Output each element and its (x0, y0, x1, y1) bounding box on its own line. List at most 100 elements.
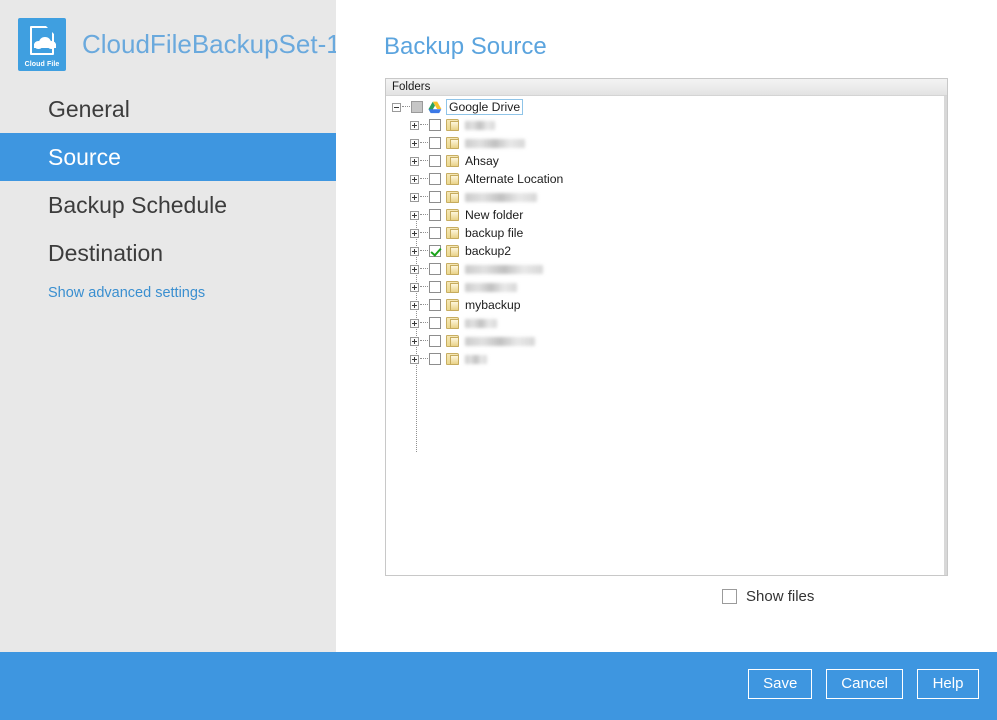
folder-checkbox[interactable] (429, 353, 441, 365)
folder-checkbox[interactable] (429, 335, 441, 347)
folder-checkbox[interactable] (429, 227, 441, 239)
brand: Cloud File CloudFileBackupSet-1 (18, 17, 341, 71)
sidebar-item-source[interactable]: Source (0, 133, 336, 181)
folder-tree-header: Folders (386, 79, 947, 96)
folder-checkbox[interactable] (429, 281, 441, 293)
expand-icon[interactable] (410, 283, 419, 292)
help-button[interactable]: Help (917, 669, 979, 699)
save-button[interactable]: Save (748, 669, 812, 699)
folder-checkbox[interactable] (429, 137, 441, 149)
folder-checkbox[interactable] (429, 173, 441, 185)
tree-connector (420, 178, 428, 180)
folder-checkbox[interactable] (429, 155, 441, 167)
expand-icon[interactable] (410, 337, 419, 346)
cloud-file-icon-caption: Cloud File (18, 60, 66, 69)
tree-node-label[interactable]: Google Drive (446, 99, 523, 115)
folder-icon (446, 245, 459, 257)
collapse-icon[interactable] (392, 103, 401, 112)
tree-node-label-redacted[interactable] (465, 319, 497, 328)
tree-node-label-redacted[interactable] (465, 193, 537, 202)
tree-row[interactable] (386, 188, 947, 206)
tree-row[interactable] (386, 332, 947, 350)
folder-checkbox[interactable] (411, 101, 423, 113)
tree-connector (420, 250, 428, 252)
tree-node-label-redacted[interactable] (465, 337, 535, 346)
tree-node-label-redacted[interactable] (465, 265, 543, 274)
folder-checkbox[interactable] (429, 119, 441, 131)
tree-row[interactable] (386, 314, 947, 332)
folder-checkbox[interactable] (429, 209, 441, 221)
folder-icon (446, 317, 459, 329)
expand-icon[interactable] (410, 193, 419, 202)
cancel-button[interactable]: Cancel (826, 669, 903, 699)
show-files-checkbox-box[interactable] (722, 589, 737, 604)
tree-node-label[interactable]: New folder (465, 208, 523, 222)
folder-tree-body[interactable]: Google Drive Ahsay Alternate Location New f… (386, 96, 947, 368)
expand-icon[interactable] (410, 229, 419, 238)
expand-icon[interactable] (410, 211, 419, 220)
tree-node-label-redacted[interactable] (465, 283, 517, 292)
folder-icon (446, 335, 459, 347)
folder-checkbox[interactable] (429, 263, 441, 275)
tree-row-root[interactable]: Google Drive (386, 98, 947, 116)
tree-connector (402, 106, 410, 108)
tree-row[interactable] (386, 116, 947, 134)
tree-node-label[interactable]: mybackup (465, 298, 521, 312)
show-advanced-settings-link[interactable]: Show advanced settings (0, 285, 336, 301)
footer-button-group: Save Cancel Help (748, 669, 979, 699)
folder-icon (446, 173, 459, 185)
tree-node-label[interactable]: backup file (465, 226, 523, 240)
tree-node-label[interactable]: backup2 (465, 244, 511, 258)
folder-icon (446, 191, 459, 203)
expand-icon[interactable] (410, 265, 419, 274)
sidebar-item-general[interactable]: General (0, 85, 336, 133)
folder-checkbox[interactable] (429, 191, 441, 203)
tree-node-label-redacted[interactable] (465, 355, 487, 364)
tree-connector (420, 160, 428, 162)
tree-row[interactable] (386, 350, 947, 368)
expand-icon[interactable] (410, 121, 419, 130)
tree-row[interactable]: Alternate Location (386, 170, 947, 188)
folder-icon (446, 263, 459, 275)
page-title: CloudFileBackupSet-1 (82, 29, 341, 60)
expand-icon[interactable] (410, 175, 419, 184)
expand-icon[interactable] (410, 157, 419, 166)
tree-row[interactable]: backup file (386, 224, 947, 242)
expand-icon[interactable] (410, 301, 419, 310)
show-files-checkbox[interactable]: Show files (722, 588, 814, 605)
dialog-footer: Save Cancel Help (0, 652, 997, 720)
folder-checkbox[interactable] (429, 317, 441, 329)
tree-node-label-redacted[interactable] (465, 121, 495, 130)
folder-icon (446, 137, 459, 149)
tree-connector (420, 196, 428, 198)
tree-connector (420, 232, 428, 234)
tree-connector (420, 268, 428, 270)
folder-icon (446, 353, 459, 365)
sidebar-item-destination[interactable]: Destination (0, 229, 336, 277)
folder-checkbox[interactable] (429, 299, 441, 311)
expand-icon[interactable] (410, 139, 419, 148)
folder-icon (446, 299, 459, 311)
tree-row[interactable]: Ahsay (386, 152, 947, 170)
tree-row[interactable] (386, 260, 947, 278)
tree-row[interactable] (386, 134, 947, 152)
tree-node-label-redacted[interactable] (465, 139, 525, 148)
folder-checkbox[interactable] (429, 245, 441, 257)
cloud-file-icon: Cloud File (18, 18, 66, 71)
expand-icon[interactable] (410, 247, 419, 256)
tree-row[interactable]: backup2 (386, 242, 947, 260)
expand-icon[interactable] (410, 319, 419, 328)
sidebar-item-backup-schedule[interactable]: Backup Schedule (0, 181, 336, 229)
expand-icon[interactable] (410, 355, 419, 364)
tree-connector (420, 340, 428, 342)
tree-node-label[interactable]: Ahsay (465, 154, 499, 168)
content-panel: Backup Source Folders Google DriveAhsayA… (336, 0, 997, 652)
backup-set-dialog: Cloud File CloudFileBackupSet-1 General … (0, 0, 997, 720)
tree-row[interactable]: mybackup (386, 296, 947, 314)
folder-tree-panel: Folders Google Drive Ahsay Alternate Locat… (385, 78, 948, 576)
tree-connector (420, 358, 428, 360)
tree-node-label[interactable]: Alternate Location (465, 172, 563, 186)
tree-row[interactable]: New folder (386, 206, 947, 224)
tree-connector (420, 322, 428, 324)
tree-row[interactable] (386, 278, 947, 296)
